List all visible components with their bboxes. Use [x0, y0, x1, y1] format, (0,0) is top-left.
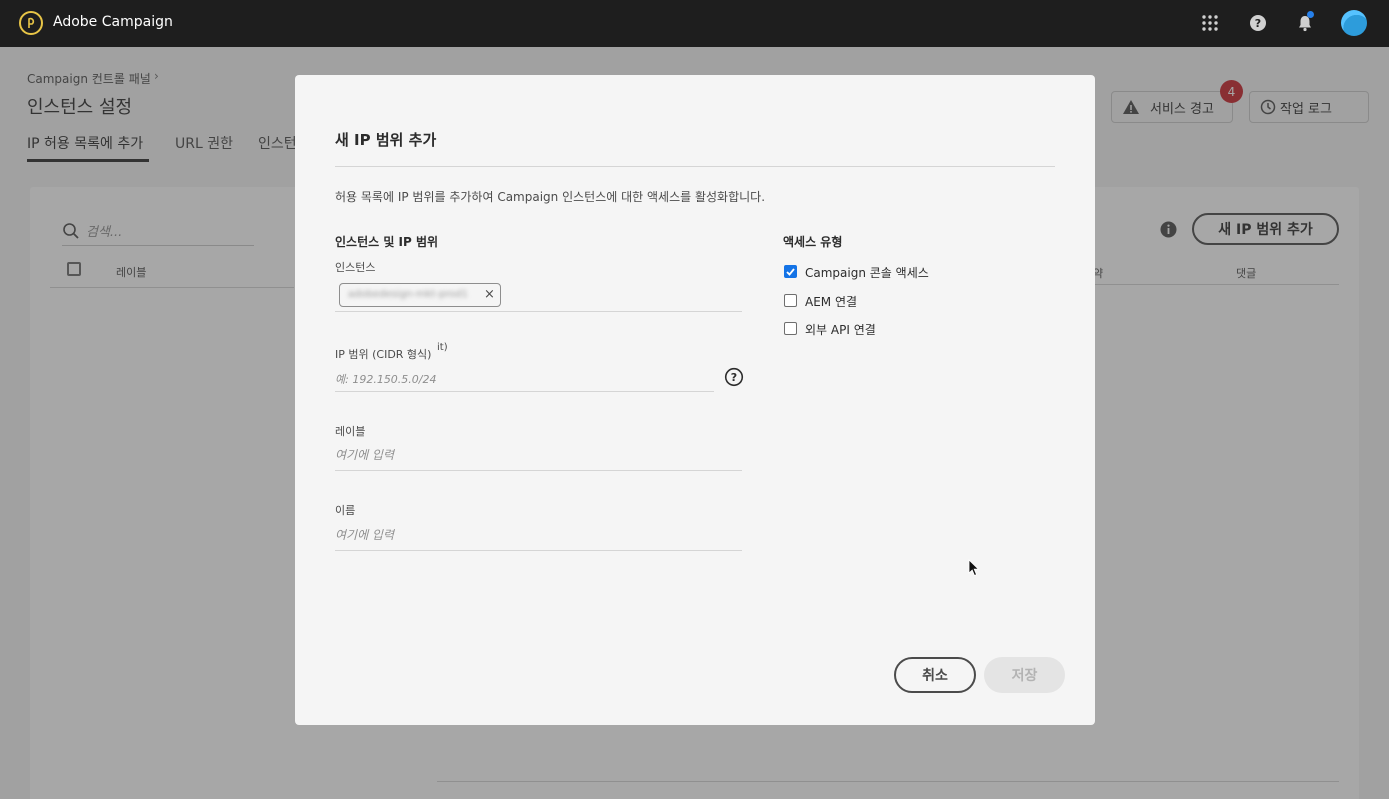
- dialog-title: 새 IP 범위 추가: [335, 131, 437, 149]
- ip-range-field-label: IP 범위 (CIDR 형식): [335, 348, 432, 361]
- external-api-connection-label[interactable]: 외부 API 연결: [805, 321, 876, 338]
- external-api-connection-checkbox[interactable]: [784, 322, 797, 335]
- cancel-button[interactable]: 취소: [894, 657, 976, 693]
- apps-grid-icon[interactable]: [1199, 12, 1221, 34]
- top-bar: Adobe Campaign ?: [0, 0, 1389, 47]
- instance-tag[interactable]: adobedesign-mkt-prod1 ×: [339, 283, 501, 307]
- app-title: Adobe Campaign: [53, 14, 173, 30]
- svg-text:?: ?: [1255, 17, 1261, 30]
- ip-range-underline: [335, 391, 714, 392]
- help-icon[interactable]: ?: [1247, 12, 1269, 34]
- notification-dot: [1307, 11, 1314, 18]
- mouse-cursor-icon: [968, 559, 980, 577]
- access-type-section-title: 액세스 유형: [783, 235, 843, 249]
- instance-ip-section-title: 인스턴스 및 IP 범위: [335, 235, 439, 249]
- remove-tag-close-icon[interactable]: ×: [484, 287, 495, 302]
- label-underline: [335, 470, 742, 471]
- check-icon: [786, 267, 795, 276]
- adobe-campaign-logo-icon[interactable]: [19, 11, 43, 35]
- label-input[interactable]: 여기에 입력: [335, 446, 394, 463]
- campaign-console-access-checkbox[interactable]: [784, 265, 797, 278]
- name-field-label: 이름: [335, 504, 356, 517]
- aem-connection-checkbox[interactable]: [784, 294, 797, 307]
- stray-text: it): [437, 342, 448, 353]
- ip-range-input[interactable]: 예: 192.150.5.0/24: [335, 371, 437, 387]
- instance-field-underline: [335, 311, 742, 312]
- title-divider: [335, 166, 1055, 167]
- help-circle-icon[interactable]: ?: [724, 367, 744, 387]
- label-field-label: 레이블: [335, 425, 366, 438]
- save-button[interactable]: 저장: [984, 657, 1065, 693]
- dialog-description: 허용 목록에 IP 범위를 추가하여 Campaign 인스턴스에 대한 액세스…: [335, 190, 766, 204]
- instance-field-label: 인스턴스: [335, 261, 376, 274]
- name-underline: [335, 550, 742, 551]
- avatar[interactable]: [1341, 10, 1367, 36]
- svg-text:?: ?: [731, 371, 737, 384]
- instance-tag-label: adobedesign-mkt-prod1: [348, 289, 469, 300]
- name-input[interactable]: 여기에 입력: [335, 526, 394, 543]
- campaign-console-access-label[interactable]: Campaign 콘솔 액세스: [805, 264, 929, 281]
- add-ip-range-dialog: 새 IP 범위 추가 허용 목록에 IP 범위를 추가하여 Campaign 인…: [295, 75, 1095, 725]
- aem-connection-label[interactable]: AEM 연결: [805, 293, 857, 310]
